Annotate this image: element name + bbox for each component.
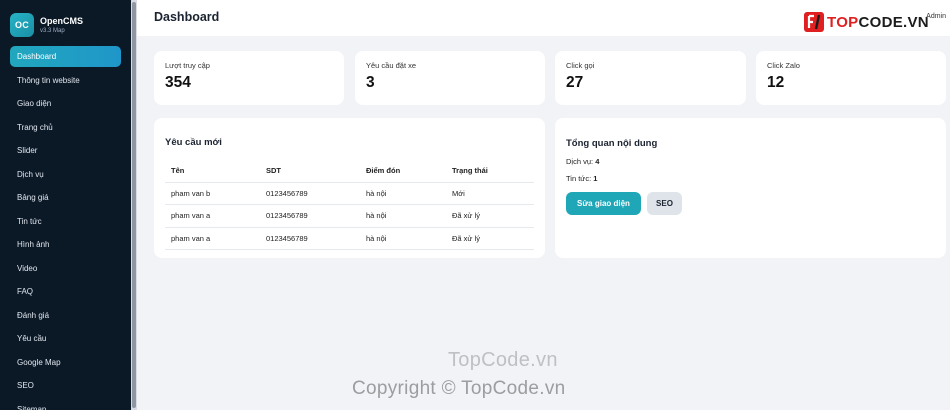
stat-value: 12 <box>767 74 785 91</box>
table-header-row: Tên SDT Điểm đón Trạng thái <box>165 160 534 183</box>
news-count: 1 <box>593 174 598 183</box>
cell-status: Mới <box>446 182 534 205</box>
requests-table: Tên SDT Điểm đón Trạng thái pham van b 0… <box>165 160 534 250</box>
sidebar-item-seo[interactable]: SEO <box>10 375 121 396</box>
topcode-logo-icon <box>804 12 824 32</box>
seo-button[interactable]: SEO <box>647 192 682 215</box>
table-row[interactable]: pham van b 0123456789 hà nội Mới <box>165 182 534 205</box>
stat-card-visits: Lượt truy cập 354 <box>154 51 344 105</box>
news-count-line: Tin tức: 1 <box>566 174 597 183</box>
watermark-text: TopCode.vn <box>448 349 558 371</box>
new-requests-panel: Yêu cầu mới Tên SDT Điểm đón Trạng thái … <box>154 118 545 258</box>
cell-phone: 0123456789 <box>260 227 360 250</box>
sidebar-item-services[interactable]: Dịch vụ <box>10 164 121 185</box>
sidebar-item-slider[interactable]: Slider <box>10 140 121 161</box>
sidebar-item-sitemap[interactable]: Sitemap <box>10 399 121 410</box>
topcode-watermark-logo: TOPCODE.VN <box>803 11 929 33</box>
page-title: Dashboard <box>154 10 220 24</box>
sidebar-item-faq[interactable]: FAQ <box>10 281 121 302</box>
sidebar-item-video[interactable]: Video <box>10 258 121 279</box>
sidebar-scrollbar[interactable] <box>131 0 137 410</box>
column-header: Trạng thái <box>446 160 534 183</box>
brand[interactable]: OC OpenCMS v3.3 Map <box>0 0 131 40</box>
top-header: Dashboard TOPCODE.VN Admin <box>137 0 950 36</box>
stat-card-booking-requests: Yêu cầu đặt xe 3 <box>355 51 545 105</box>
brand-logo: OC <box>10 13 34 37</box>
table-row[interactable]: pham van a 0123456789 hà nội Đã xử lý <box>165 227 534 250</box>
stat-label: Lượt truy cập <box>165 61 210 70</box>
scrollbar-thumb[interactable] <box>132 2 136 408</box>
stat-label: Click Zalo <box>767 61 800 70</box>
section-title: Yêu cầu mới <box>165 137 222 148</box>
stat-value: 27 <box>566 74 584 91</box>
brand-version: v3.3 Map <box>40 27 65 34</box>
sidebar-item-images[interactable]: Hình ảnh <box>10 234 121 255</box>
cell-name: pham van a <box>165 227 260 250</box>
content-overview-panel: Tổng quan nội dung Dịch vụ: 4 Tin tức: 1… <box>555 118 946 258</box>
stat-label: Click gọi <box>566 61 595 70</box>
cell-phone: 0123456789 <box>260 182 360 205</box>
services-label: Dịch vụ: <box>566 157 594 166</box>
stat-card-call-clicks: Click gọi 27 <box>555 51 746 105</box>
stat-value: 354 <box>165 74 191 91</box>
sidebar-item-pricing[interactable]: Bảng giá <box>10 187 121 208</box>
user-menu[interactable]: Admin <box>926 13 946 20</box>
stat-card-zalo-clicks: Click Zalo 12 <box>756 51 946 105</box>
cell-status: Đã xử lý <box>446 227 534 250</box>
sidebar-item-news[interactable]: Tin tức <box>10 211 121 232</box>
sidebar-item-theme[interactable]: Giao diện <box>10 93 121 114</box>
cell-pickup: hà nội <box>360 182 446 205</box>
sidebar-item-home[interactable]: Trang chủ <box>10 117 121 138</box>
sidebar-item-requests[interactable]: Yêu cầu <box>10 328 121 349</box>
cell-pickup: hà nội <box>360 204 446 228</box>
cell-name: pham van b <box>165 182 260 205</box>
topcode-logo-prefix: TOP <box>827 13 859 31</box>
services-count: 4 <box>595 157 600 166</box>
sidebar-item-reviews[interactable]: Đánh giá <box>10 305 121 326</box>
cell-pickup: hà nội <box>360 227 446 250</box>
news-label: Tin tức: <box>566 174 592 183</box>
sidebar-item-google-map[interactable]: Google Map <box>10 352 121 373</box>
cell-status: Đã xử lý <box>446 204 534 228</box>
column-header: Tên <box>165 160 260 183</box>
column-header: SDT <box>260 160 360 183</box>
brand-name: OpenCMS <box>40 15 84 26</box>
sidebar-item-website-info[interactable]: Thông tin website <box>10 70 121 91</box>
cell-phone: 0123456789 <box>260 204 360 228</box>
sidebar-nav: Dashboard Thông tin website Giao diện Tr… <box>0 46 131 410</box>
sidebar-item-dashboard[interactable]: Dashboard <box>10 46 121 67</box>
topcode-logo-suffix: CODE.VN <box>858 13 929 31</box>
edit-theme-button[interactable]: Sửa giao diện <box>566 192 641 215</box>
sidebar: OC OpenCMS v3.3 Map Dashboard Thông tin … <box>0 0 131 410</box>
column-header: Điểm đón <box>360 160 446 183</box>
cell-name: pham van a <box>165 204 260 228</box>
stat-label: Yêu cầu đặt xe <box>366 61 417 70</box>
table-row[interactable]: pham van a 0123456789 hà nội Đã xử lý <box>165 204 534 228</box>
services-count-line: Dịch vụ: 4 <box>566 157 599 166</box>
watermark-copyright: Copyright © TopCode.vn <box>352 378 566 399</box>
stat-value: 3 <box>366 74 375 91</box>
section-title: Tổng quan nội dung <box>566 138 658 149</box>
